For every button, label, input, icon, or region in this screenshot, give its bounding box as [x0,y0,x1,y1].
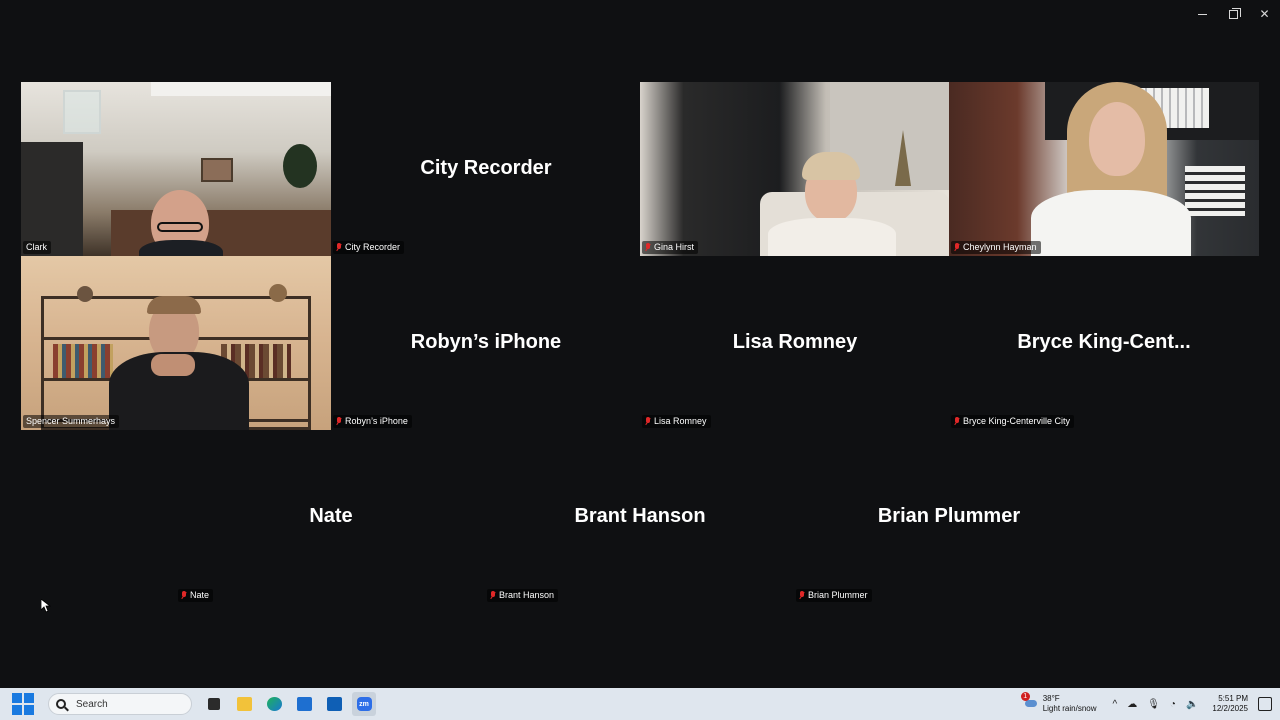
participant-display-name: City Recorder [420,157,552,179]
restore-icon [1229,7,1241,19]
onedrive-icon[interactable]: ☁ [1127,699,1137,710]
clock-date: 12/2/2025 [1212,704,1248,713]
participant-name-label: Clark [23,241,52,254]
mic-muted-icon [181,591,187,600]
weather-temperature: 38°F [1042,694,1060,703]
tray-icons: ^ ☁ 🎙 ◔ 🔈 [1113,699,1199,710]
participant-tile-city-recorder[interactable]: City Recorder City Recorder [331,82,641,256]
window-controls: ✕ [1187,0,1280,28]
video-feed [640,82,950,256]
participant-name-label: Nate [178,589,214,602]
participant-display-name: Brant Hanson [574,505,706,527]
participant-tile-bryce-king[interactable]: Bryce King-Cent... Bryce King-Centervill… [949,256,1259,430]
participant-name-label: Bryce King-Centerville City [951,415,1075,428]
participant-name-label: City Recorder [333,241,405,254]
minimize-icon [1198,13,1207,15]
participant-tile-brian-plummer[interactable]: Brian Plummer Brian Plummer [794,430,1104,604]
chevron-up-icon[interactable]: ^ [1113,699,1118,710]
participant-name-label: Lisa Romney [642,415,711,428]
taskbar-app-file-explorer[interactable] [232,692,256,716]
participant-name-label: Brian Plummer [796,589,872,602]
close-button[interactable]: ✕ [1249,0,1280,28]
mic-muted-icon [799,591,805,600]
system-tray: 1 38°F Light rain/snow ^ ☁ 🎙 ◔ 🔈 5:51 PM… [1020,688,1280,720]
participant-name-label: Spencer Summerhays [23,415,120,428]
volume-icon[interactable]: 🔈 [1186,699,1198,710]
microphone-icon[interactable]: 🎙 [1147,699,1160,710]
weather-description: Light rain/snow [1042,704,1097,713]
video-feed [949,82,1259,256]
notification-icon[interactable] [1258,697,1272,711]
search-icon [56,699,66,709]
taskbar-app-zoom[interactable]: zm [352,692,376,716]
taskbar: Search zm 1 38°F Light rain/snow ^ ☁ 🎙 ◔… [0,688,1280,720]
taskbar-app-edge[interactable] [262,692,286,716]
search-placeholder: Search [76,698,108,710]
taskbar-app-outlook[interactable] [322,692,346,716]
clock-time: 5:51 PM [1218,694,1248,703]
task-view-icon [208,698,220,710]
participant-name-label: Robyn’s iPhone [333,415,412,428]
mouse-cursor-icon [40,598,52,618]
participant-tile-brant-hanson[interactable]: Brant Hanson Brant Hanson [485,430,795,604]
participant-name-label: Brant Hanson [487,589,559,602]
participant-tile-nate[interactable]: Nate Nate [176,430,486,604]
participant-display-name: Brian Plummer [877,505,1021,527]
participant-tile-cheylynn-hayman[interactable]: Cheylynn Hayman [949,82,1259,256]
participant-display-name: Robyn’s iPhone [410,331,562,353]
participant-display-name: Nate [309,505,353,527]
participant-tile-lisa-romney[interactable]: Lisa Romney Lisa Romney [640,256,950,430]
mic-muted-icon [336,243,342,252]
taskbar-app-task-view[interactable] [202,692,226,716]
weather-icon: 1 [1020,692,1039,710]
restore-button[interactable] [1218,0,1249,28]
taskbar-app-store[interactable] [292,692,316,716]
participant-name-label: Cheylynn Hayman [951,241,1041,254]
participant-tile-spencer-summerhays[interactable]: Spencer Summerhays [21,256,331,430]
close-icon: ✕ [1259,7,1270,21]
weather-badge: 1 [1020,692,1030,701]
participant-display-name: Bryce King-Cent... [1017,331,1191,353]
wifi-icon[interactable]: ◔ [1170,699,1176,710]
minimize-button[interactable] [1187,0,1218,28]
taskbar-clock[interactable]: 5:51 PM 12/2/2025 [1212,694,1248,714]
outlook-icon [326,697,342,711]
taskbar-search[interactable]: Search [48,693,192,715]
mic-muted-icon [645,243,651,252]
participant-display-name: Lisa Romney [732,331,858,353]
weather-widget[interactable]: 1 38°F Light rain/snow [1020,692,1097,714]
mic-muted-icon [490,591,496,600]
store-icon [296,697,312,711]
video-feed [21,256,331,430]
mic-muted-icon [645,417,651,426]
participant-name-label: Gina Hirst [642,241,699,254]
windows-logo-icon [12,693,22,703]
participant-tile-gina-hirst[interactable]: Gina Hirst [640,82,950,256]
mic-muted-icon [336,417,342,426]
video-feed [21,82,331,256]
mic-muted-icon [954,417,960,426]
participant-tile-clark[interactable]: Clark [21,82,331,256]
taskbar-apps: zm [202,692,376,716]
zoom-icon: zm [356,697,372,711]
edge-icon [266,697,282,711]
participant-tile-robyns-iphone[interactable]: Robyn’s iPhone Robyn’s iPhone [331,256,641,430]
folder-icon [236,697,252,711]
start-button[interactable] [12,693,34,715]
mic-muted-icon [954,243,960,252]
